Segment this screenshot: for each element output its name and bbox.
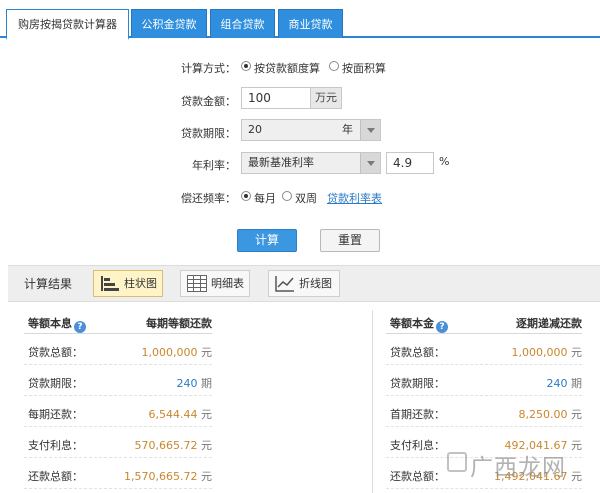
bar-chart-icon (101, 276, 119, 291)
equal-installment-title: 等额本息? (28, 315, 86, 333)
row-value: 570,665.72 (134, 439, 198, 452)
table-row: 首期还款： 8,250.00 元 (386, 396, 582, 427)
calc-by-amount-label[interactable]: 按贷款额度算 (254, 60, 320, 76)
view-line-chart-label: 折线图 (299, 277, 332, 290)
row-value: 240 (176, 377, 198, 390)
frequency-biweekly-radio[interactable] (282, 191, 292, 201)
table-row: 每期还款： 6,544.44 元 (24, 396, 212, 427)
row-unit: 期 (201, 377, 212, 390)
tab-commercial-loan[interactable]: 商业贷款 (278, 9, 343, 38)
row-value: 240 (546, 377, 568, 390)
row-value: 1,570,665.72 (124, 470, 198, 483)
row-unit: 元 (571, 346, 582, 359)
equal-installment-header: 等额本息? 每期等额还款 (24, 310, 212, 334)
loan-term-label: 贷款期限： (181, 127, 236, 140)
result-title: 计算结果 (24, 277, 73, 291)
calculate-button[interactable]: 计算 (237, 229, 297, 252)
row-unit: 元 (571, 470, 582, 483)
calc-method-label: 计算方式： (181, 62, 236, 75)
row-label: 支付利息： (28, 439, 83, 452)
frequency-biweekly-label[interactable]: 双周 (295, 190, 317, 206)
table-row: 还款总额： 1,570,665.72 元 (24, 458, 212, 489)
help-icon[interactable]: ? (436, 321, 448, 333)
row-value: 8,250.00 (518, 408, 568, 421)
equal-principal-title: 等额本金? (390, 315, 448, 333)
frequency-monthly-radio[interactable] (241, 191, 251, 201)
loan-amount-unit: 万元 (310, 87, 342, 109)
row-label: 每期还款： (28, 408, 83, 421)
row-label: 贷款总额： (390, 346, 445, 359)
equal-installment-panel: 等额本息? 每期等额还款 贷款总额： 1,000,000 元 贷款期限： 240… (24, 310, 212, 489)
row-unit: 元 (201, 439, 212, 452)
row-label: 还款总额： (28, 470, 83, 483)
annual-rate-input[interactable]: 4.9 (386, 152, 434, 174)
annual-rate-label: 年利率： (192, 159, 236, 172)
row-unit: 期 (571, 377, 582, 390)
view-detail-table-button[interactable]: 明细表 (180, 270, 250, 297)
loan-term-dropdown-icon[interactable] (360, 120, 380, 140)
equal-principal-subtitle: 逐期递减还款 (516, 317, 582, 330)
frequency-monthly-label[interactable]: 每月 (254, 190, 276, 206)
row-value: 1,000,000 (141, 346, 198, 359)
table-row: 支付利息： 570,665.72 元 (24, 427, 212, 458)
calc-by-amount-radio[interactable] (241, 61, 251, 71)
loan-amount-label: 贷款金额： (181, 95, 236, 108)
loan-term-unit: 年 (342, 123, 353, 136)
line-chart-icon (275, 276, 294, 292)
row-label: 还款总额： (390, 470, 445, 483)
row-label: 贷款总额： (28, 346, 83, 359)
table-row: 贷款总额： 1,000,000 元 (24, 334, 212, 365)
watermark-logo-icon (447, 452, 467, 472)
tab-mortgage-calculator[interactable]: 购房按揭贷款计算器 (6, 9, 129, 40)
watermark: 广西龙网 (470, 455, 566, 481)
row-label: 首期还款： (390, 408, 445, 421)
rate-type-value: 最新基准利率 (248, 156, 314, 169)
tab-combined-loan[interactable]: 组合贷款 (210, 9, 275, 38)
row-unit: 元 (571, 408, 582, 421)
panel-divider (372, 310, 373, 493)
repay-frequency-label: 偿还频率： (181, 192, 236, 205)
loan-amount-input[interactable]: 100 (241, 87, 311, 109)
table-row: 贷款总额： 1,000,000 元 (386, 334, 582, 365)
table-icon (187, 275, 207, 292)
row-label: 支付利息： (390, 439, 445, 452)
annual-rate-unit: % (439, 155, 450, 168)
reset-button[interactable]: 重置 (320, 229, 380, 252)
row-value: 1,000,000 (511, 346, 568, 359)
rate-type-dropdown-icon[interactable] (360, 153, 380, 173)
row-unit: 元 (571, 439, 582, 452)
table-row: 贷款期限： 240 期 (24, 365, 212, 396)
help-icon[interactable]: ? (74, 321, 86, 333)
table-row: 贷款期限： 240 期 (386, 365, 582, 396)
view-bar-chart-button[interactable]: 柱状图 (93, 270, 163, 297)
view-detail-table-label: 明细表 (211, 277, 244, 290)
tab-provident-fund-loan[interactable]: 公积金贷款 (131, 9, 207, 38)
row-label: 贷款期限： (28, 377, 83, 390)
rate-table-link[interactable]: 贷款利率表 (327, 190, 382, 206)
row-unit: 元 (201, 408, 212, 421)
row-label: 贷款期限： (390, 377, 445, 390)
equal-principal-header: 等额本金? 逐期递减还款 (386, 310, 582, 334)
equal-installment-subtitle: 每期等额还款 (146, 317, 212, 330)
view-bar-chart-label: 柱状图 (124, 277, 157, 290)
row-unit: 元 (201, 470, 212, 483)
view-line-chart-button[interactable]: 折线图 (268, 270, 340, 297)
calc-by-area-radio[interactable] (329, 61, 339, 71)
calc-by-area-label[interactable]: 按面积算 (342, 60, 386, 76)
row-value: 6,544.44 (148, 408, 198, 421)
loan-term-value: 20 (248, 123, 262, 136)
row-unit: 元 (201, 346, 212, 359)
